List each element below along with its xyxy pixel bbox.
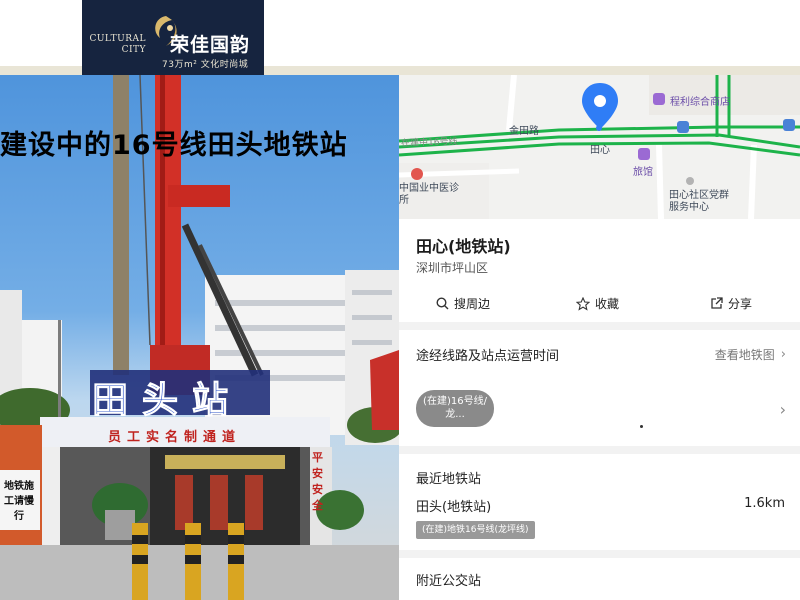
bus-stop-icon[interactable] [677, 121, 689, 133]
routes-title: 途经线路及站点运营时间 [416, 349, 560, 364]
logo-chinese-text: 荣佳国韵 [170, 34, 251, 56]
station-card: 田心(地铁站) 深圳市坪山区 搜周边 收藏 分享 [399, 219, 800, 322]
header-banner: CULTURAL CITY 荣佳国韵 73万m² 文化时尚城 [0, 0, 800, 75]
map-label-station: 田心 [590, 145, 610, 156]
map-view[interactable]: 金田路 在建中16号线 田心 程利综合商店 旅馆 中国业中医诊所 田心社区党群服… [399, 75, 800, 219]
location-pin-icon[interactable] [580, 81, 620, 131]
search-nearby-label: 搜周边 [454, 297, 491, 311]
map-label-community: 田心社区党群服务中心 [669, 190, 729, 213]
map-label-line: 在建中16号线 [400, 137, 458, 149]
bus-title: 附近公交站 [416, 574, 482, 589]
share-button[interactable]: 分享 [710, 295, 752, 312]
station-sign: 田头站 [91, 380, 243, 422]
logo-subtitle: 73万m² 文化时尚城 [162, 60, 249, 70]
shop-icon[interactable] [653, 93, 665, 105]
bus-stops-card[interactable]: 附近公交站 [399, 558, 800, 600]
search-icon [436, 297, 449, 310]
nearest-station-card[interactable]: 最近地铁站 田头(地铁站) 1.6km (在建)地铁16号线(龙坪线) [399, 454, 800, 550]
station-district: 深圳市坪山区 [416, 261, 489, 275]
pin-icon-community[interactable] [686, 177, 694, 185]
route-line-chip[interactable]: (在建)16号线/龙... [416, 390, 494, 427]
map-label-road: 金田路 [509, 126, 539, 137]
star-icon [576, 296, 590, 311]
share-label: 分享 [728, 297, 753, 311]
share-icon [711, 297, 723, 309]
chevron-right-icon-routes[interactable]: › [780, 400, 786, 419]
station-title: 田心(地铁站) [416, 237, 511, 256]
station-info-panel: 田心(地铁站) 深圳市坪山区 搜周边 收藏 分享 途经线路及站点运营时间 查看地… [399, 219, 800, 600]
nearest-title: 最近地铁站 [416, 472, 482, 487]
right-warning-sign: 平安安全 [312, 451, 323, 512]
left-warning-sign: 地铁施工请慢行 [4, 481, 34, 522]
clinic-icon[interactable] [411, 168, 423, 180]
nearest-distance: 1.6km [744, 496, 785, 511]
construction-photo: 建设中的16号线田头地铁站 田头站 员工实名制通道 地铁施工请慢行 平安安全 [0, 75, 399, 600]
map-label-shop: 程利综合商店 [670, 97, 730, 108]
favorite-label: 收藏 [595, 297, 620, 311]
map-label-clinic: 中国业中医诊所 [399, 183, 459, 206]
favorite-button[interactable]: 收藏 [576, 295, 619, 312]
nearest-station-name: 田头(地铁站) [416, 500, 492, 515]
hotel-icon[interactable] [638, 148, 650, 160]
brand-logo: CULTURAL CITY 荣佳国韵 73万m² 文化时尚城 [82, 0, 264, 75]
bus-stop-icon-2[interactable] [783, 119, 795, 131]
small-dot [640, 425, 643, 428]
chevron-right-icon: › [780, 347, 786, 362]
nearest-line-badge: (在建)地铁16号线(龙坪线) [416, 521, 535, 539]
view-metro-map-label: 查看地铁图 [714, 348, 775, 362]
logo-english-text: CULTURAL CITY [89, 34, 146, 55]
map-label-hotel: 旅馆 [633, 167, 653, 178]
gate-banner: 员工实名制通道 [108, 430, 242, 445]
view-metro-map-link[interactable]: 查看地铁图 › [715, 346, 786, 363]
photo-caption: 建设中的16号线田头地铁站 [0, 130, 348, 161]
routes-card: 途经线路及站点运营时间 查看地铁图 › (在建)16号线/龙... › [399, 330, 800, 446]
search-nearby-button[interactable]: 搜周边 [436, 295, 490, 312]
